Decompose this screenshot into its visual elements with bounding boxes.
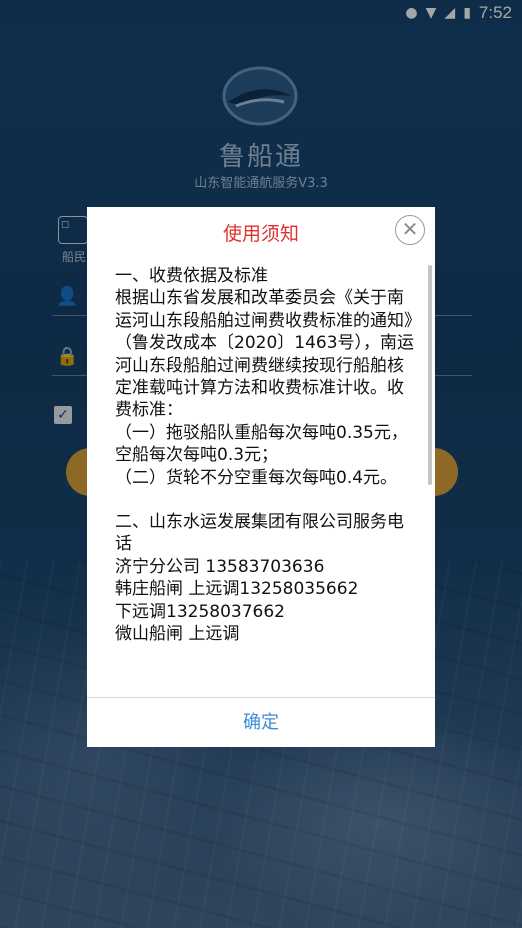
dialog-body: 一、收费依据及标准 根据山东省发展和改革委员会《关于南运河山东段船舶过闸费收费标… — [115, 265, 415, 697]
body-line: 下远调13258037662 — [115, 601, 285, 622]
close-icon[interactable]: ✕ — [395, 215, 425, 245]
body-line: 二、山东水运发展集团有限公司服务电话 — [115, 512, 404, 555]
body-line: 根据山东省发展和改革委员会《关于南运河山东段船舶过闸费收费标准的通知》（鲁发改成… — [115, 288, 415, 421]
dialog-title: 使用须知 — [222, 223, 299, 245]
body-line: （一）拖驳船队重船每次每吨0.35元，空船每次每吨0.3元； — [115, 422, 408, 466]
body-line: 微山船闸 上远调 — [115, 624, 240, 645]
notice-dialog: 使用须知 ✕ 一、收费依据及标准 根据山东省发展和改革委员会《关于南运河山东段船… — [87, 207, 435, 747]
dialog-footer: 确定 — [87, 697, 435, 747]
confirm-button[interactable]: 确定 — [87, 698, 435, 748]
dialog-scrollbar[interactable] — [428, 265, 432, 485]
body-line: 济宁分公司 13583703636 — [115, 556, 325, 577]
body-line: 一、收费依据及标准 — [115, 266, 268, 286]
body-line: 韩庄船闸 上远调13258035662 — [115, 579, 359, 600]
body-line: （二）货轮不分空重每次每吨0.4元。 — [115, 467, 398, 488]
